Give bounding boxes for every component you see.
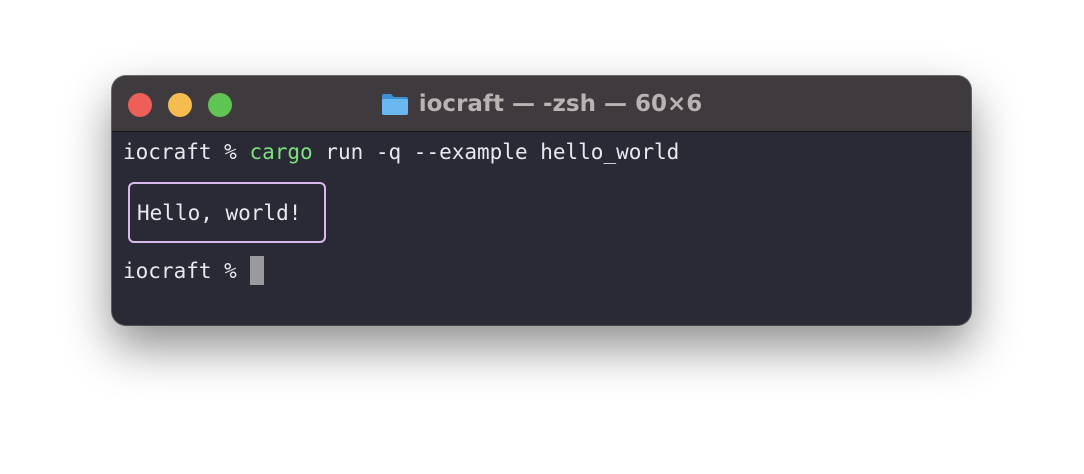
window-title-group: iocraft — -zsh — 60×6 (112, 76, 971, 132)
window-title: iocraft — -zsh — 60×6 (418, 91, 703, 117)
output-box: Hello, world! (128, 182, 326, 243)
current-prompt-line[interactable]: iocraft % (123, 255, 265, 285)
title-bar[interactable]: iocraft — -zsh — 60×6 (112, 76, 971, 132)
folder-icon (381, 92, 409, 116)
output-text: Hello, world! (137, 200, 302, 225)
text-cursor (250, 255, 265, 285)
prompt: iocraft % (123, 140, 250, 164)
command-line: iocraft % cargo run -q --example hello_w… (123, 138, 679, 166)
terminal-content[interactable]: iocraft % cargo run -q --example hello_w… (112, 132, 971, 325)
command-args: run -q --example hello_world (312, 140, 680, 164)
terminal-window: iocraft — -zsh — 60×6 iocraft % cargo ru… (112, 76, 971, 325)
prompt: iocraft % (123, 259, 250, 283)
command-name: cargo (249, 140, 313, 164)
